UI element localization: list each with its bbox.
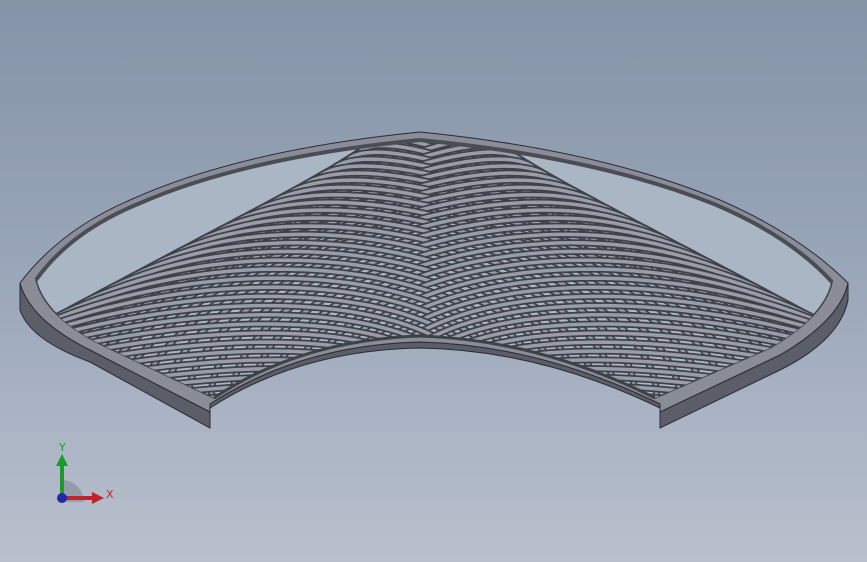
y-axis-label: Y	[58, 441, 66, 454]
graphics-viewport[interactable]: Y X	[0, 0, 867, 562]
lattice-member-shadow	[393, 397, 680, 398]
y-axis-arrowhead	[56, 454, 68, 466]
lattice-dome-model[interactable]	[0, 0, 867, 562]
lattice-frame-members	[36, 140, 832, 536]
lattice-member	[189, 401, 473, 536]
x-axis-label: X	[106, 488, 114, 501]
lattice-member-shadow	[188, 397, 475, 398]
lattice-member	[395, 401, 679, 536]
x-axis-arrowhead	[92, 492, 104, 504]
coordinate-triad: Y X	[56, 441, 114, 504]
z-axis-dot	[57, 493, 67, 503]
